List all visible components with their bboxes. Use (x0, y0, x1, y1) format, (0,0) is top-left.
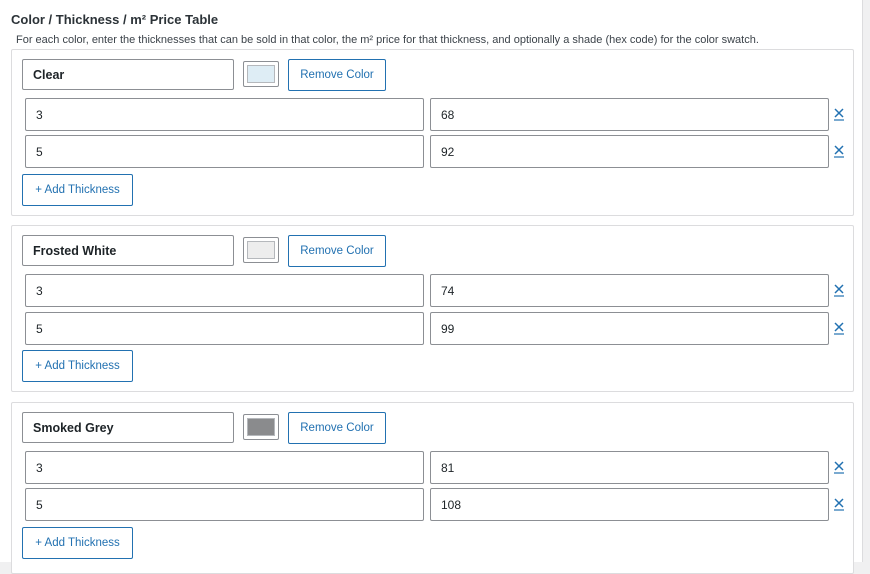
color-group: Remove Color + Add Thickness (11, 402, 854, 574)
thickness-row (25, 488, 845, 521)
remove-color-button[interactable]: Remove Color (288, 235, 386, 267)
price-input[interactable] (430, 274, 829, 307)
thickness-input[interactable] (25, 135, 424, 168)
remove-color-button[interactable]: Remove Color (288, 412, 386, 444)
color-swatch-fill (247, 65, 275, 83)
add-thickness-button[interactable]: + Add Thickness (22, 527, 133, 559)
price-input[interactable] (430, 98, 829, 131)
thickness-input[interactable] (25, 451, 424, 484)
color-group: Remove Color + Add Thickness (11, 225, 854, 392)
color-swatch[interactable] (243, 414, 279, 440)
thickness-row (25, 135, 845, 168)
thickness-row (25, 312, 845, 345)
thickness-row (25, 98, 845, 131)
color-swatch[interactable] (243, 237, 279, 263)
remove-color-button[interactable]: Remove Color (288, 59, 386, 91)
color-name-input[interactable] (22, 59, 234, 90)
delete-row-icon[interactable] (833, 107, 845, 121)
delete-row-icon[interactable] (833, 497, 845, 511)
thickness-input[interactable] (25, 98, 424, 131)
color-group: Remove Color + Add Thickness (11, 49, 854, 216)
add-thickness-button[interactable]: + Add Thickness (22, 350, 133, 382)
color-name-input[interactable] (22, 235, 234, 266)
thickness-input[interactable] (25, 488, 424, 521)
color-swatch-fill (247, 418, 275, 436)
thickness-row (25, 274, 845, 307)
color-name-input[interactable] (22, 412, 234, 443)
price-table-panel: Color / Thickness / m² Price Table For e… (0, 0, 863, 574)
thickness-row (25, 451, 845, 484)
price-input[interactable] (430, 135, 829, 168)
color-swatch[interactable] (243, 61, 279, 87)
delete-row-icon[interactable] (833, 460, 845, 474)
delete-row-icon[interactable] (833, 283, 845, 297)
section-description: For each color, enter the thicknesses th… (16, 34, 759, 46)
delete-row-icon[interactable] (833, 321, 845, 335)
price-input[interactable] (430, 488, 829, 521)
price-input[interactable] (430, 451, 829, 484)
color-swatch-fill (247, 241, 275, 259)
section-title: Color / Thickness / m² Price Table (11, 12, 219, 27)
add-thickness-button[interactable]: + Add Thickness (22, 174, 133, 206)
thickness-input[interactable] (25, 312, 424, 345)
price-input[interactable] (430, 312, 829, 345)
delete-row-icon[interactable] (833, 144, 845, 158)
thickness-input[interactable] (25, 274, 424, 307)
